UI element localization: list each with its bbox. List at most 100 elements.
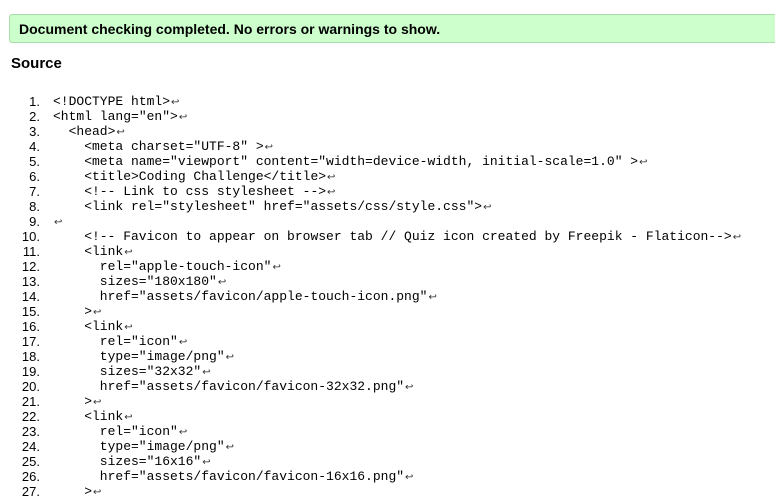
line-code-text: rel="icon" <box>99 424 178 439</box>
source-line: 11. <link↩ <box>0 244 775 259</box>
return-arrow-icon: ↩ <box>405 382 414 393</box>
line-code: <html lang="en">↩ <box>53 109 187 125</box>
line-number: 4. <box>29 139 40 154</box>
return-arrow-icon: ↩ <box>124 412 133 423</box>
source-line: 13. sizes="180x180"↩ <box>0 274 775 289</box>
line-code: href="assets/favicon/favicon-16x16.png"↩ <box>53 469 414 485</box>
return-arrow-icon: ↩ <box>272 262 281 273</box>
line-code: >↩ <box>53 484 101 499</box>
source-line: 14. href="assets/favicon/apple-touch-icon… <box>0 289 775 304</box>
return-arrow-icon: ↩ <box>124 322 133 333</box>
source-line: 15. >↩ <box>0 304 775 319</box>
line-number: 24. <box>21 439 40 454</box>
source-line: 10. <!-- Favicon to appear on browser tab… <box>0 229 775 244</box>
line-code: rel="apple-touch-icon"↩ <box>53 259 281 275</box>
line-code-text: type="image/png" <box>99 439 225 454</box>
return-arrow-icon: ↩ <box>178 427 188 438</box>
line-code: href="assets/favicon/favicon-32x32.png"↩ <box>53 379 414 395</box>
line-number: 18. <box>21 349 40 364</box>
source-line: 5. <meta name="viewport" content="width=d… <box>0 154 775 169</box>
return-arrow-icon: ↩ <box>202 367 211 378</box>
source-line: 21. >↩ <box>0 394 775 409</box>
line-code-text: <meta charset="UTF-8" > <box>84 139 264 154</box>
line-code-text: sizes="180x180" <box>99 274 217 289</box>
line-code-text: href="assets/favicon/favicon-16x16.png" <box>99 469 405 484</box>
source-line: 22. <link↩ <box>0 409 775 424</box>
line-code: <title>Coding Challenge</title>↩ <box>53 169 335 185</box>
source-line: 2. <html lang="en">↩ <box>0 109 775 124</box>
source-line: 23. rel="icon"↩ <box>0 424 775 439</box>
line-number: 14. <box>21 289 40 304</box>
line-code-text: <link <box>84 409 124 424</box>
return-arrow-icon: ↩ <box>639 157 648 168</box>
source-code-listing: 1. <!DOCTYPE html>↩ 2. <html lang="en">↩ 3. <… <box>0 94 775 499</box>
line-number: 1. <box>29 94 40 109</box>
line-number: 2. <box>29 109 40 124</box>
line-code: <link↩ <box>53 319 133 335</box>
line-number: 25. <box>21 454 40 469</box>
source-line: 24. type="image/png"↩ <box>0 439 775 454</box>
return-arrow-icon: ↩ <box>178 112 188 123</box>
line-number: 16. <box>21 319 40 334</box>
line-code-text: <!-- Link to css stylesheet --> <box>84 184 327 199</box>
source-line: 4. <meta charset="UTF-8" >↩ <box>0 139 775 154</box>
line-code-text: href="assets/favicon/apple-touch-icon.pn… <box>99 289 428 304</box>
line-number: 23. <box>21 424 40 439</box>
line-code-text: <!DOCTYPE html> <box>53 94 171 109</box>
line-code-text: <link rel="stylesheet" href="assets/css/… <box>84 199 483 214</box>
source-line: 27. >↩ <box>0 484 775 499</box>
line-code-text: <link <box>84 244 124 259</box>
source-line: 16. <link↩ <box>0 319 775 334</box>
line-code: sizes="180x180"↩ <box>53 274 226 290</box>
line-code-text: href="assets/favicon/favicon-32x32.png" <box>99 379 405 394</box>
line-code-text: sizes="16x16" <box>99 454 202 469</box>
line-code: <meta charset="UTF-8" >↩ <box>53 139 273 155</box>
line-number: 11. <box>22 244 40 259</box>
return-arrow-icon: ↩ <box>327 187 336 198</box>
return-arrow-icon: ↩ <box>93 307 102 318</box>
return-arrow-icon: ↩ <box>171 97 180 108</box>
source-line: 12. rel="apple-touch-icon"↩ <box>0 259 775 274</box>
line-number: 15. <box>21 304 40 319</box>
return-arrow-icon: ↩ <box>225 442 235 453</box>
source-line: 19. sizes="32x32"↩ <box>0 364 775 379</box>
line-code-text: <!-- Favicon to appear on browser tab //… <box>84 229 732 244</box>
line-number: 22. <box>21 409 40 424</box>
line-number: 17. <box>21 334 40 349</box>
source-line: 1. <!DOCTYPE html>↩ <box>0 94 775 109</box>
source-line: 9. ↩ <box>0 214 775 229</box>
line-code: rel="icon"↩ <box>53 334 187 350</box>
line-code-text: > <box>84 484 93 499</box>
line-code-text: <link <box>84 319 124 334</box>
success-message-text: Document checking completed. No errors o… <box>19 21 441 37</box>
line-number: 27. <box>21 484 40 499</box>
line-code: <head>↩ <box>53 124 125 140</box>
line-code: <link↩ <box>53 409 133 425</box>
line-code: <!-- Favicon to appear on browser tab //… <box>53 229 741 245</box>
line-code-text: <title>Coding Challenge</title> <box>84 169 327 184</box>
line-code-text: <meta name="viewport" content="width=dev… <box>84 154 639 169</box>
return-arrow-icon: ↩ <box>264 142 274 153</box>
line-number: 10. <box>21 229 40 244</box>
return-arrow-icon: ↩ <box>428 292 437 303</box>
line-code: ↩ <box>53 214 62 230</box>
line-code-text: rel="apple-touch-icon" <box>99 259 272 274</box>
line-code-text: > <box>84 304 93 319</box>
return-arrow-icon: ↩ <box>225 352 235 363</box>
line-code-text: type="image/png" <box>99 349 225 364</box>
return-arrow-icon: ↩ <box>732 232 742 243</box>
return-arrow-icon: ↩ <box>202 457 211 468</box>
line-number: 13. <box>21 274 40 289</box>
line-code: <!-- Link to css stylesheet -->↩ <box>53 184 335 200</box>
source-line: 3. <head>↩ <box>0 124 775 139</box>
line-number: 12. <box>21 259 40 274</box>
line-code-text: > <box>84 394 93 409</box>
line-code: sizes="16x16"↩ <box>53 454 211 470</box>
line-code-text: rel="icon" <box>99 334 178 349</box>
line-code: >↩ <box>53 304 101 320</box>
source-line: 20. href="assets/favicon/favicon-32x32.pn… <box>0 379 775 394</box>
line-number: 7. <box>29 184 40 199</box>
line-code: <link↩ <box>53 244 132 260</box>
line-code: type="image/png"↩ <box>53 439 234 455</box>
source-line: 25. sizes="16x16"↩ <box>0 454 775 469</box>
